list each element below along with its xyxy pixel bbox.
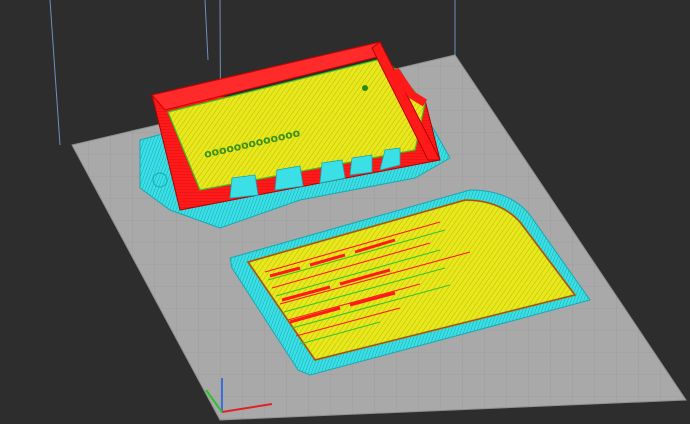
3d-preview-viewport[interactable]: ooooooooooooo xyxy=(0,0,690,424)
scene-canvas[interactable]: ooooooooooooo xyxy=(0,0,690,424)
